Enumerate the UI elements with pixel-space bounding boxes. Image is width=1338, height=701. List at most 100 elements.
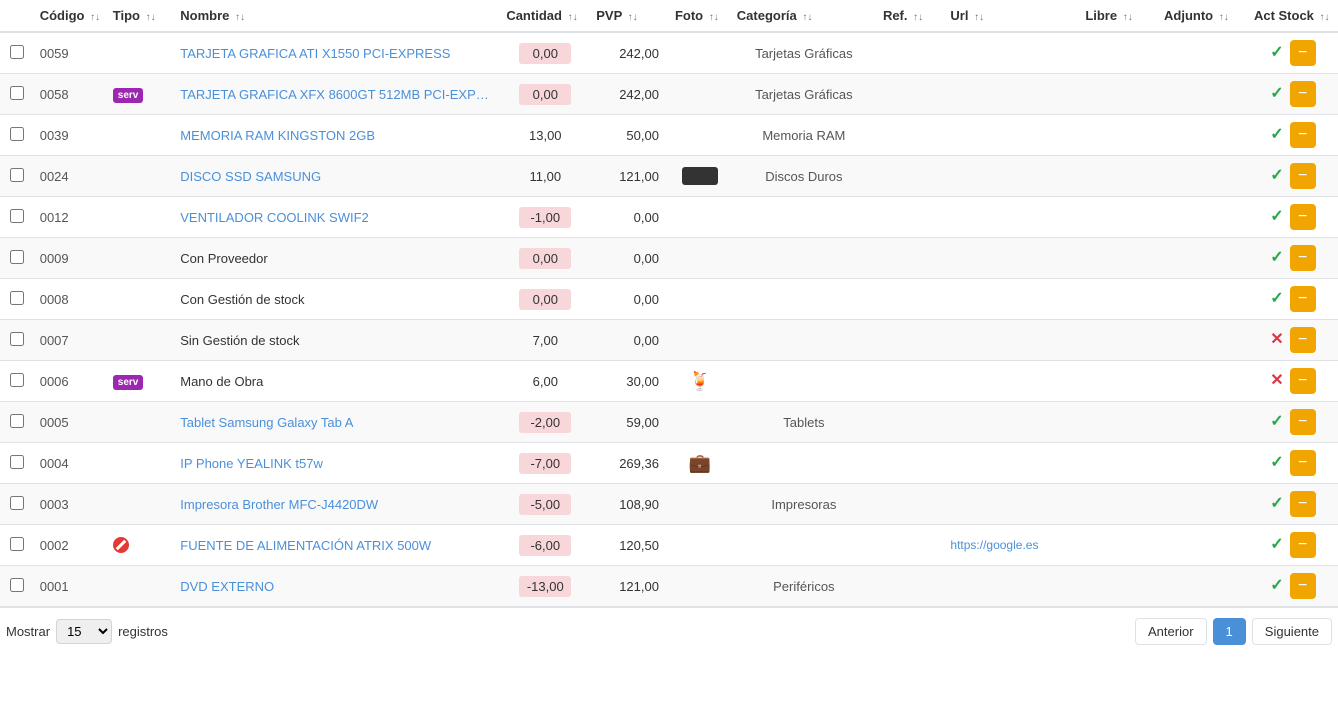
row-codigo: 0003: [34, 484, 107, 525]
row-checkbox[interactable]: [10, 291, 24, 305]
quantity-value: 0,00: [519, 84, 571, 105]
actstock-minus-button[interactable]: −: [1290, 409, 1316, 435]
row-nombre: Con Proveedor: [174, 238, 500, 279]
actstock-minus-button[interactable]: −: [1290, 204, 1316, 230]
actstock-minus-button[interactable]: −: [1290, 573, 1316, 599]
row-nombre[interactable]: IP Phone YEALINK t57w: [174, 443, 500, 484]
row-checkbox[interactable]: [10, 209, 24, 223]
col-header-actstock[interactable]: Act Stock ↑↓: [1248, 0, 1338, 32]
actstock-minus-button[interactable]: −: [1290, 532, 1316, 558]
quantity-value: 11,00: [519, 166, 571, 187]
row-codigo: 0059: [34, 32, 107, 74]
row-libre: [1079, 197, 1158, 238]
actstock-minus-button[interactable]: −: [1290, 286, 1316, 312]
table-row: 0002FUENTE DE ALIMENTACIÓN ATRIX 500W-6,…: [0, 525, 1338, 566]
row-ref: [877, 443, 944, 484]
sort-icon-url: ↑↓: [974, 12, 984, 23]
quantity-value: 13,00: [519, 125, 571, 146]
show-label: Mostrar: [6, 624, 50, 639]
col-header-tipo[interactable]: Tipo ↑↓: [107, 0, 174, 32]
sort-icon-nombre: ↑↓: [235, 12, 245, 23]
row-checkbox-cell: [0, 197, 34, 238]
row-nombre[interactable]: VENTILADOR COOLINK SWIF2: [174, 197, 500, 238]
row-checkbox[interactable]: [10, 127, 24, 141]
row-foto: [669, 566, 731, 607]
actstock-minus-button[interactable]: −: [1290, 327, 1316, 353]
col-header-categoria[interactable]: Categoría ↑↓: [731, 0, 877, 32]
row-foto: [669, 402, 731, 443]
page-1-button[interactable]: 1: [1213, 618, 1246, 645]
row-nombre[interactable]: FUENTE DE ALIMENTACIÓN ATRIX 500W: [174, 525, 500, 566]
row-nombre[interactable]: TARJETA GRAFICA ATI X1550 PCI-EXPRESS: [174, 32, 500, 74]
actstock-minus-button[interactable]: −: [1290, 122, 1316, 148]
col-label-libre: Libre: [1085, 8, 1117, 23]
col-header-pvp[interactable]: PVP ↑↓: [590, 0, 669, 32]
col-header-libre[interactable]: Libre ↑↓: [1079, 0, 1158, 32]
show-section: Mostrar 10152550100 registros: [6, 619, 168, 644]
row-nombre[interactable]: Impresora Brother MFC-J4420DW: [174, 484, 500, 525]
col-header-url[interactable]: Url ↑↓: [944, 0, 1079, 32]
row-actstock: ✓−: [1248, 238, 1338, 279]
actstock-minus-button[interactable]: −: [1290, 245, 1316, 271]
row-tipo: [107, 156, 174, 197]
row-checkbox[interactable]: [10, 496, 24, 510]
per-page-select[interactable]: 10152550100: [56, 619, 112, 644]
check-green-icon: ✓: [1270, 290, 1283, 307]
row-nombre[interactable]: MEMORIA RAM KINGSTON 2GB: [174, 115, 500, 156]
col-header-cantidad[interactable]: Cantidad ↑↓: [500, 0, 590, 32]
next-button[interactable]: Siguiente: [1252, 618, 1332, 645]
row-categoria: Tarjetas Gráficas: [731, 74, 877, 115]
row-checkbox[interactable]: [10, 168, 24, 182]
actstock-minus-button[interactable]: −: [1290, 368, 1316, 394]
row-cantidad: 0,00: [500, 238, 590, 279]
check-red-icon: ✕: [1270, 331, 1283, 348]
row-foto: [669, 32, 731, 74]
row-categoria: Memoria RAM: [731, 115, 877, 156]
row-checkbox[interactable]: [10, 373, 24, 387]
actstock-minus-button[interactable]: −: [1290, 40, 1316, 66]
col-header-ref[interactable]: Ref. ↑↓: [877, 0, 944, 32]
row-checkbox-cell: [0, 361, 34, 402]
row-actstock: ✓−: [1248, 115, 1338, 156]
row-nombre[interactable]: DVD EXTERNO: [174, 566, 500, 607]
col-label-nombre: Nombre: [180, 8, 229, 23]
row-cantidad: 0,00: [500, 279, 590, 320]
row-actstock: ✓−: [1248, 197, 1338, 238]
row-nombre[interactable]: Tablet Samsung Galaxy Tab A: [174, 402, 500, 443]
check-green-icon: ✓: [1270, 495, 1283, 512]
row-foto: [669, 74, 731, 115]
row-checkbox[interactable]: [10, 455, 24, 469]
row-checkbox[interactable]: [10, 414, 24, 428]
row-libre: [1079, 484, 1158, 525]
row-checkbox[interactable]: [10, 537, 24, 551]
row-libre: [1079, 238, 1158, 279]
row-libre: [1079, 279, 1158, 320]
row-foto: [669, 197, 731, 238]
row-nombre[interactable]: DISCO SSD SAMSUNG: [174, 156, 500, 197]
sort-icon-adjunto: ↑↓: [1219, 12, 1229, 23]
actstock-minus-button[interactable]: −: [1290, 450, 1316, 476]
col-header-foto[interactable]: Foto ↑↓: [669, 0, 731, 32]
main-table-container: Código ↑↓ Tipo ↑↓ Nombre ↑↓ Cantidad ↑↓ …: [0, 0, 1338, 607]
actstock-minus-button[interactable]: −: [1290, 81, 1316, 107]
row-codigo: 0008: [34, 279, 107, 320]
row-checkbox[interactable]: [10, 578, 24, 592]
row-ref: [877, 320, 944, 361]
row-checkbox[interactable]: [10, 250, 24, 264]
col-header-nombre[interactable]: Nombre ↑↓: [174, 0, 500, 32]
row-foto: [669, 320, 731, 361]
quantity-value: 0,00: [519, 43, 571, 64]
row-pvp: 121,00: [590, 156, 669, 197]
col-header-codigo[interactable]: Código ↑↓: [34, 0, 107, 32]
row-nombre[interactable]: TARJETA GRAFICA XFX 8600GT 512MB PCI-EXP…: [174, 74, 500, 115]
row-checkbox[interactable]: [10, 45, 24, 59]
col-header-adjunto[interactable]: Adjunto ↑↓: [1158, 0, 1248, 32]
row-pvp: 0,00: [590, 320, 669, 361]
row-checkbox[interactable]: [10, 86, 24, 100]
row-checkbox[interactable]: [10, 332, 24, 346]
sort-icon-foto: ↑↓: [709, 12, 719, 23]
actstock-minus-button[interactable]: −: [1290, 491, 1316, 517]
row-url[interactable]: https://google.es: [944, 525, 1079, 566]
actstock-minus-button[interactable]: −: [1290, 163, 1316, 189]
prev-button[interactable]: Anterior: [1135, 618, 1207, 645]
